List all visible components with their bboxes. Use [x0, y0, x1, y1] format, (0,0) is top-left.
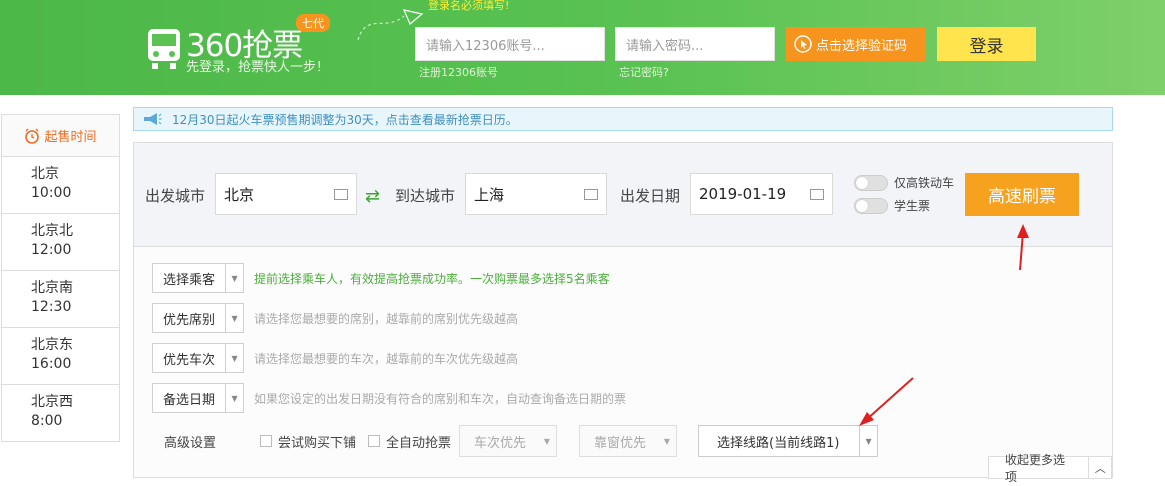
passenger-option-row: 选择乘客 ▼ 提前选择乘车人，有效提高抢票成功率。一次购票最多选择5名乘客 — [152, 263, 610, 293]
dropdown-arrow-icon: ▼ — [859, 426, 877, 456]
date-input[interactable]: 2019-01-19 — [690, 173, 833, 215]
to-city-input[interactable]: 上海 — [465, 173, 607, 215]
train-priority-select[interactable]: 车次优先 ▼ — [459, 425, 558, 457]
dropdown-arrow-icon: ▼ — [663, 436, 671, 446]
sale-time: 8:00 — [31, 413, 63, 429]
dropdown-arrow-icon: ▼ — [225, 384, 243, 412]
advanced-label: 高级设置 — [164, 435, 217, 451]
select-label: 优先席别 — [163, 312, 216, 328]
version-badge: 七代 — [296, 14, 330, 32]
station-name: 北京 — [31, 166, 59, 182]
route-select[interactable]: 选择线路(当前线路1) ▼ — [698, 425, 879, 457]
collapse-label: 收起更多选项 — [1005, 452, 1066, 484]
checkbox-box — [368, 435, 381, 447]
grab-ticket-panel: 出发城市 北京 ⇄ 到达城市 上海 出发日期 2019-01-19 仅高铁动车 … — [133, 142, 1113, 484]
select-label: 优先车次 — [163, 352, 216, 368]
forgot-password-link[interactable]: 忘记密码? — [619, 64, 669, 80]
brand-slogan: 先登录，抢票快人一步！ — [186, 60, 330, 75]
alarm-clock-icon — [25, 128, 40, 144]
city-picker-icon — [584, 189, 598, 200]
username-input[interactable]: 请输入12306账号... — [415, 27, 605, 61]
dropdown-arrow-icon: ▼ — [225, 264, 243, 292]
to-city-label: 到达城市 — [395, 187, 456, 205]
train-icon — [148, 29, 180, 69]
dropdown-arrow-icon: ▼ — [543, 436, 551, 446]
cursor-click-icon — [794, 35, 812, 53]
register-link[interactable]: 注册12306账号 — [419, 64, 498, 80]
sale-time: 12:00 — [31, 242, 72, 258]
select-label: 备选日期 — [163, 392, 216, 408]
station-name: 北京北 — [31, 223, 73, 239]
advanced-settings-row: 高级设置 尝试购买下铺 全自动抢票 车次优先 ▼ 靠窗优先 ▼ 选择线路(当前线… — [164, 425, 879, 457]
captcha-button[interactable]: 点击选择验证码 — [786, 27, 926, 61]
seat-hint: 请选择您最想要的席别，越靠前的席别优先级越高 — [254, 311, 519, 326]
city-picker-icon — [334, 189, 348, 200]
student-toggle[interactable]: 学生票 — [854, 197, 930, 214]
switch-track — [854, 174, 888, 191]
station-name: 北京西 — [31, 394, 73, 410]
captcha-label: 点击选择验证码 — [816, 38, 908, 54]
auto-grab-checkbox[interactable]: 全自动抢票 — [368, 432, 451, 451]
fast-grab-button[interactable]: 高速刷票 — [965, 173, 1079, 216]
try-lower-checkbox[interactable]: 尝试购买下铺 — [260, 432, 356, 451]
sale-time-sidebar: 起售时间 北京 10:00 北京北 12:00 北京南 12:30 北京东 16… — [1, 114, 120, 442]
dropdown-arrow-icon: ▼ — [225, 304, 243, 332]
passenger-select[interactable]: 选择乘客 ▼ — [152, 263, 245, 293]
checkbox-label: 尝试购买下铺 — [278, 435, 357, 451]
password-input[interactable]: 请输入密码... — [615, 27, 775, 61]
train-hint: 请选择您最想要的车次，越靠前的车次优先级越高 — [254, 351, 519, 366]
megaphone-icon — [144, 113, 162, 125]
sale-time-item[interactable]: 北京北 12:00 — [2, 214, 119, 271]
select-label: 车次优先 — [474, 435, 527, 451]
highspeed-label: 仅高铁动车 — [894, 176, 955, 190]
highspeed-toggle[interactable]: 仅高铁动车 — [854, 174, 954, 191]
header: 360抢票 七代 先登录，抢票快人一步！ 登录名必须填写! 请输入12306账号… — [0, 0, 1165, 95]
alt-date-hint: 如果您设定的出发日期没有符合的席别和车次，自动查询备选日期的票 — [254, 391, 627, 406]
dropdown-arrow-icon: ▼ — [225, 344, 243, 372]
search-bar: 出发城市 北京 ⇄ 到达城市 上海 出发日期 2019-01-19 仅高铁动车 … — [134, 143, 1112, 247]
login-required-tip: 登录名必须填写! — [428, 0, 510, 12]
sale-time-item[interactable]: 北京 10:00 — [2, 157, 119, 214]
student-label: 学生票 — [894, 199, 931, 213]
station-name: 北京南 — [31, 280, 73, 296]
swap-cities-icon[interactable]: ⇄ — [365, 186, 380, 207]
sale-time: 12:30 — [31, 299, 72, 315]
seat-select[interactable]: 优先席别 ▼ — [152, 303, 245, 333]
date-option-row: 备选日期 ▼ 如果您设定的出发日期没有符合的席别和车次，自动查询备选日期的票 — [152, 383, 626, 413]
select-label: 选择乘客 — [163, 272, 216, 288]
from-city-label: 出发城市 — [145, 187, 206, 205]
checkbox-box — [260, 435, 272, 447]
from-city-value: 北京 — [224, 185, 255, 204]
train-select[interactable]: 优先车次 ▼ — [152, 343, 245, 373]
train-option-row: 优先车次 ▼ 请选择您最想要的车次，越靠前的车次优先级越高 — [152, 343, 518, 373]
station-name: 北京东 — [31, 337, 73, 353]
notice-text: 12月30日起火车票预售期调整为30天，点击查看最新抢票日历。 — [172, 112, 518, 127]
date-value: 2019-01-19 — [699, 185, 787, 203]
collapse-options-button[interactable]: 收起更多选项 ︿ — [988, 452, 1112, 484]
chevron-up-icon: ︿ — [1088, 457, 1111, 478]
notice-bar[interactable]: 12月30日起火车票预售期调整为30天，点击查看最新抢票日历。 — [133, 107, 1113, 131]
from-city-input[interactable]: 北京 — [215, 173, 357, 215]
sale-time: 16:00 — [31, 356, 72, 372]
passenger-hint: 提前选择乘车人，有效提高抢票成功率。一次购票最多选择5名乘客 — [254, 271, 610, 286]
sale-time-item[interactable]: 北京西 8:00 — [2, 385, 119, 442]
calendar-icon — [810, 189, 824, 200]
to-city-value: 上海 — [474, 185, 505, 204]
seat-option-row: 优先席别 ▼ 请选择您最想要的席别，越靠前的席别优先级越高 — [152, 303, 518, 333]
sale-time-item[interactable]: 北京南 12:30 — [2, 271, 119, 328]
switch-track — [854, 197, 888, 214]
sidebar-title: 起售时间 — [44, 130, 97, 145]
window-priority-select[interactable]: 靠窗优先 ▼ — [579, 425, 678, 457]
sidebar-header: 起售时间 — [2, 115, 119, 157]
alt-date-select[interactable]: 备选日期 ▼ — [152, 383, 245, 413]
checkbox-label: 全自动抢票 — [386, 435, 452, 451]
login-button[interactable]: 登录 — [937, 27, 1036, 61]
date-label: 出发日期 — [620, 187, 681, 205]
sale-time: 10:00 — [31, 185, 72, 201]
sale-time-item[interactable]: 北京东 16:00 — [2, 328, 119, 385]
select-label: 选择线路(当前线路1) — [717, 435, 840, 451]
select-label: 靠窗优先 — [594, 435, 647, 451]
